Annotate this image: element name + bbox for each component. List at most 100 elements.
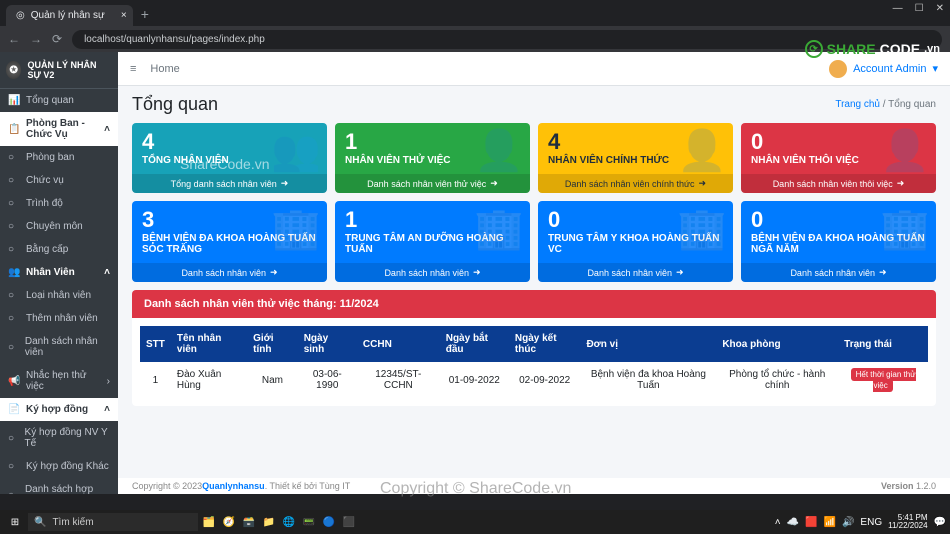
back-button[interactable]: ← — [8, 32, 20, 46]
sidebar-item[interactable]: ○Phòng ban — [0, 146, 118, 169]
taskbar-app-icon[interactable]: 🗂️ — [200, 513, 218, 531]
arrow-circle-icon: ➜ — [490, 178, 498, 189]
stat-link[interactable]: Danh sách nhân viên ➜ — [538, 263, 733, 282]
notifications-icon[interactable]: 💬 — [934, 517, 946, 528]
menu-icon: 📋 — [8, 124, 20, 135]
status-badge: Hết thời gian thử việc — [851, 368, 916, 392]
sidebar-item[interactable]: 📄Ký hợp đồng˄ — [0, 398, 118, 421]
tab-title: Quản lý nhân sự — [31, 10, 105, 21]
sidebar-item[interactable]: ○Danh sách hợp đồng — [0, 478, 118, 494]
nav-home[interactable]: Home — [150, 63, 179, 75]
sidebar-item[interactable]: ○ Trình độ — [0, 192, 118, 215]
stat-row-1: 4TỔNG NHÂN VIÊN👥Tổng danh sách nhân viên… — [132, 123, 936, 193]
new-tab-button[interactable]: + — [133, 2, 157, 26]
menu-label: Ký hợp đồng Khác — [26, 461, 109, 472]
breadcrumb-home[interactable]: Trang chủ — [835, 99, 880, 110]
stat-link[interactable]: Danh sách nhân viên chính thức ➜ — [538, 174, 733, 193]
taskbar-app-icon[interactable]: 🌐 — [280, 513, 298, 531]
stat-link[interactable]: Danh sách nhân viên ➜ — [335, 263, 530, 282]
sidebar-item[interactable]: ○Danh sách nhân viên — [0, 330, 118, 364]
taskbar-app-icon[interactable]: 📁 — [260, 513, 278, 531]
taskbar-search[interactable]: 🔍 Tìm kiếm — [28, 513, 198, 531]
brand[interactable]: ✪ QUẢN LÝ NHÂN SỰ V2 — [0, 52, 118, 89]
table-header: Ngày sinh — [298, 326, 357, 362]
reload-button[interactable]: ⟳ — [52, 32, 62, 46]
stat-bg-icon: 🏢 — [880, 205, 930, 252]
sidebar-item[interactable]: 📊Tổng quan — [0, 89, 118, 112]
sidebar-item[interactable]: 📢Nhắc hẹn thử việc› — [0, 364, 118, 398]
taskbar-app-icon[interactable]: ⬛ — [340, 513, 358, 531]
taskbar-app-icon[interactable]: 🔵 — [320, 513, 338, 531]
stat-link[interactable]: Danh sách nhân viên ➜ — [741, 263, 936, 282]
menu-icon: 📄 — [8, 404, 20, 415]
tray-wifi-icon[interactable]: 📶 — [824, 517, 836, 528]
page-header: Tổng quan Trang chủ / Tổng quan — [118, 86, 950, 119]
menu-label: Tổng quan — [26, 95, 74, 106]
menu-toggle-icon[interactable]: ≡ — [130, 63, 136, 75]
tray-chevron-icon[interactable]: ˄ — [775, 517, 781, 528]
close-icon[interactable]: × — [121, 10, 127, 21]
stat-link[interactable]: Danh sách nhân viên thôi việc ➜ — [741, 174, 936, 193]
footer-brand[interactable]: Quanlynhansu — [202, 481, 265, 491]
sidebar-item[interactable]: ○Chức vụ — [0, 169, 118, 192]
sidebar-item[interactable]: ○Ký hợp đồng NV Y Tế — [0, 421, 118, 455]
menu-icon: ○ — [8, 152, 20, 163]
menu-icon: ○ — [8, 313, 20, 324]
stat-link[interactable]: Tổng danh sách nhân viên ➜ — [132, 174, 327, 193]
account-link[interactable]: Account Admin — [853, 63, 926, 75]
sidebar-item[interactable]: ○ Thêm nhân viên — [0, 307, 118, 330]
sidebar-item[interactable]: ○Loại nhân viên — [0, 284, 118, 307]
stat-bg-icon: 👤 — [677, 127, 727, 174]
tray-icon[interactable]: 🟥 — [805, 517, 817, 528]
minimize-button[interactable]: — — [893, 3, 903, 14]
arrow-circle-icon: ➜ — [270, 267, 278, 278]
menu-label: Nhắc hẹn thử việc — [26, 370, 101, 392]
sidebar-item[interactable]: 📋Phòng Ban - Chức Vụ˄ — [0, 112, 118, 146]
tab-favicon: ◎ — [16, 10, 25, 21]
menu-label: Loại nhân viên — [26, 290, 91, 301]
taskbar-clock[interactable]: 5:41 PM 11/22/2024 — [888, 514, 927, 530]
menu-icon: ○ — [8, 175, 20, 186]
tray-icon[interactable]: ☁️ — [787, 517, 799, 528]
forward-button[interactable]: → — [30, 32, 42, 46]
stat-link[interactable]: Danh sách nhân viên thử việc ➜ — [335, 174, 530, 193]
maximize-button[interactable]: ☐ — [915, 3, 924, 14]
chevron-icon: ˄ — [104, 124, 110, 135]
sharecode-badge: ⟳ SHARECODE.vn — [805, 40, 940, 58]
avatar-icon[interactable] — [829, 60, 847, 78]
menu-icon: ○ — [8, 342, 19, 353]
main-content: 4TỔNG NHÂN VIÊN👥Tổng danh sách nhân viên… — [118, 119, 950, 478]
menu-icon: ○ — [8, 198, 20, 209]
stat-bg-icon: 🏢 — [474, 205, 524, 252]
table-header: Đơn vị — [580, 326, 716, 362]
taskbar-app-icon[interactable]: 🧭 — [220, 513, 238, 531]
start-button[interactable]: ⊞ — [4, 517, 26, 528]
menu-label: Trình độ — [26, 198, 63, 209]
menu-label: Danh sách hợp đồng — [25, 484, 110, 494]
sidebar-item[interactable]: ○Chuyên môn — [0, 215, 118, 238]
sidebar: ✪ QUẢN LÝ NHÂN SỰ V2 📊Tổng quan📋Phòng Ba… — [0, 52, 118, 494]
system-tray: ˄ ☁️ 🟥 📶 🔊 ENG 5:41 PM 11/22/2024 💬 — [775, 514, 946, 530]
menu-label: Thêm nhân viên — [26, 313, 98, 324]
tray-volume-icon[interactable]: 🔊 — [842, 517, 854, 528]
sidebar-item[interactable]: 👥Nhân Viên˄ — [0, 261, 118, 284]
taskbar-app-icon[interactable]: 📟 — [300, 513, 318, 531]
close-button[interactable]: ✕ — [936, 3, 944, 14]
stat-bg-icon: 👤 — [474, 127, 524, 174]
stat-box: 1NHÂN VIÊN THỬ VIỆC👤Danh sách nhân viên … — [335, 123, 530, 193]
breadcrumb-current: Tổng quan — [888, 99, 936, 110]
taskbar-app-icon[interactable]: 🗃️ — [240, 513, 258, 531]
tray-lang[interactable]: ENG — [860, 517, 882, 528]
stat-link[interactable]: Danh sách nhân viên ➜ — [132, 263, 327, 282]
table-row: 1Đào Xuân HùngNam03-06-199012345/ST-CCHN… — [140, 362, 928, 398]
panel-header: Danh sách nhân viên thử việc tháng: 11/2… — [132, 290, 936, 318]
table-header: Ngày bắt đầu — [440, 326, 509, 362]
search-icon: 🔍 — [34, 517, 46, 528]
sidebar-item[interactable]: ○Bằng cấp — [0, 238, 118, 261]
app-frame: ✪ QUẢN LÝ NHÂN SỰ V2 📊Tổng quan📋Phòng Ba… — [0, 52, 950, 494]
chevron-down-icon[interactable]: ▾ — [932, 62, 938, 75]
sidebar-item[interactable]: ○Ký hợp đồng Khác — [0, 455, 118, 478]
table-body: 1Đào Xuân HùngNam03-06-199012345/ST-CCHN… — [140, 362, 928, 398]
browser-tab[interactable]: ◎ Quản lý nhân sự × — [6, 5, 133, 26]
table-header: CCHN — [357, 326, 440, 362]
